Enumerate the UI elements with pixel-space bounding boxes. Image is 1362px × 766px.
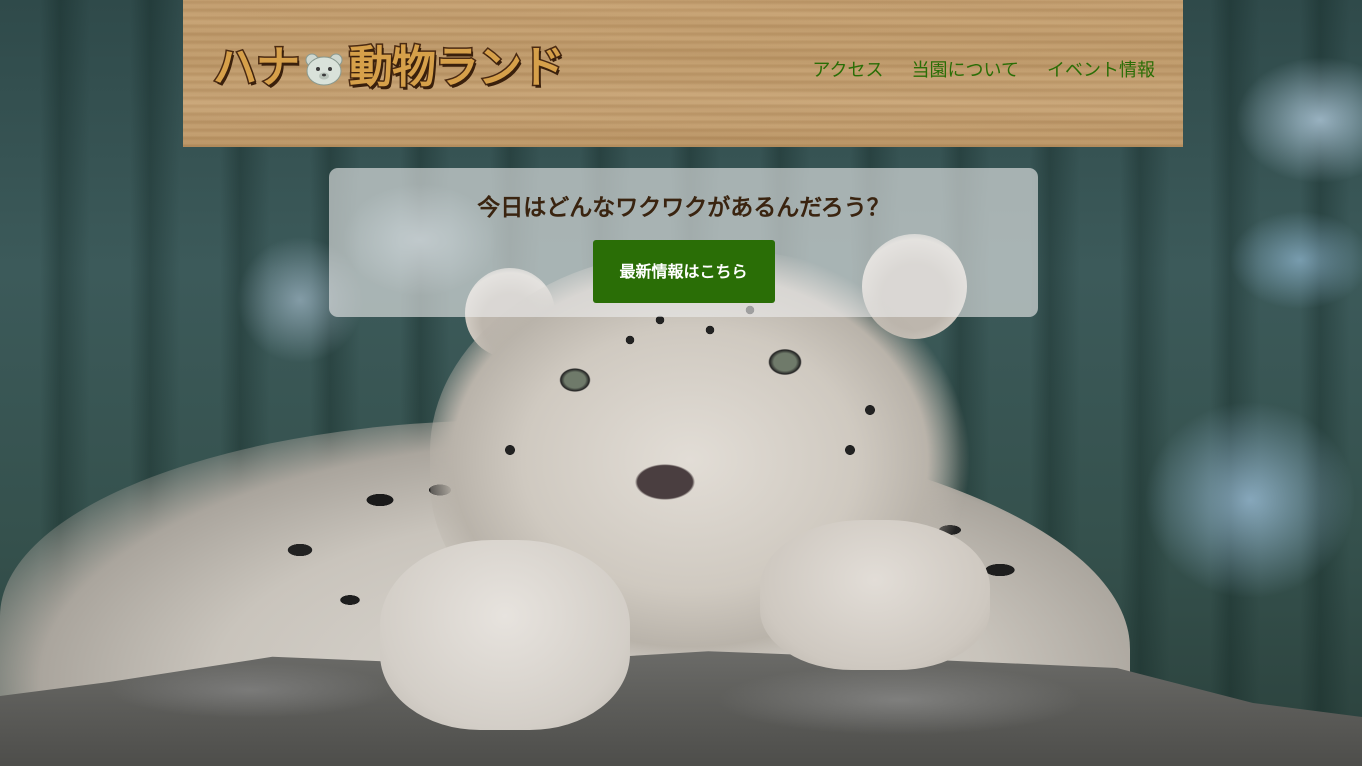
site-header: ハナ 動物ランド アクセス 当園について イベント情報 [183, 0, 1183, 147]
hero-message-card: 今日はどんなワクワクがあるんだろう？ 最新情報はこちら [329, 168, 1038, 317]
logo-text-right: 動物ランド [348, 41, 567, 95]
snow-leopard-paw [380, 540, 630, 730]
logo-text-left: ハナ [212, 41, 302, 95]
nav-link-events[interactable]: イベント情報 [1047, 56, 1155, 82]
site-logo[interactable]: ハナ 動物ランド [212, 38, 567, 98]
bear-face-icon [303, 48, 345, 88]
page: ハナ 動物ランド アクセス 当園について イベント情報 今日はどんなワクワクがあ… [0, 0, 1362, 766]
hero-title: 今日はどんなワクワクがあるんだろう？ [477, 195, 890, 221]
nav-link-about[interactable]: 当園について [912, 56, 1019, 82]
latest-info-button[interactable]: 最新情報はこちら [592, 240, 775, 303]
snow-leopard-paw [760, 520, 990, 670]
main-nav: アクセス 当園について イベント情報 [812, 56, 1155, 82]
nav-link-access[interactable]: アクセス [812, 56, 883, 82]
